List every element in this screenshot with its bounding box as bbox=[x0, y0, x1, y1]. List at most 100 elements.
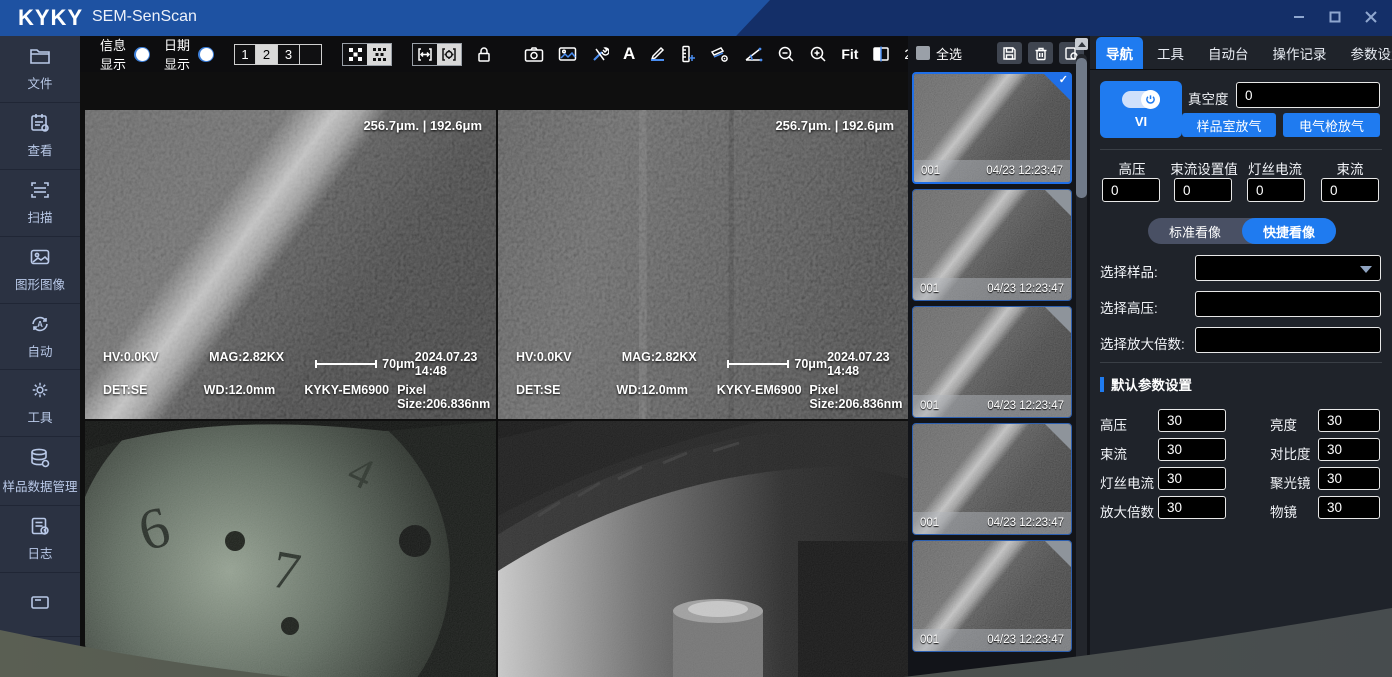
save-icon[interactable] bbox=[997, 42, 1022, 64]
select-sample-dropdown[interactable] bbox=[1195, 255, 1381, 281]
default-hv-input[interactable] bbox=[1158, 409, 1226, 432]
tab-parameter-settings[interactable]: 参数设置 bbox=[1341, 37, 1392, 69]
detector-readout: DET:SE bbox=[516, 383, 616, 411]
beam-set-readout-input[interactable] bbox=[1174, 178, 1232, 202]
toggle-switch-icon bbox=[198, 47, 214, 62]
info-display-toggle[interactable]: 信息显示 bbox=[100, 35, 150, 73]
thumbnail-item[interactable]: 001 04/23 12:23:47 bbox=[912, 189, 1072, 301]
chamber-camera-image bbox=[498, 421, 908, 677]
gun-vent-button[interactable]: 电气枪放气 bbox=[1283, 113, 1380, 137]
split-view-icon[interactable] bbox=[872, 42, 890, 66]
trash-icon[interactable] bbox=[1028, 42, 1053, 64]
thumbnail-time: 04/23 12:23:47 bbox=[986, 165, 1063, 177]
stage-camera-viewport[interactable]: 6 7 4 bbox=[85, 421, 496, 677]
date-display-toggle[interactable]: 日期显示 bbox=[164, 35, 214, 73]
minimize-button[interactable] bbox=[1288, 7, 1310, 27]
select-magnification-dropdown[interactable] bbox=[1195, 327, 1381, 353]
scroll-up-button[interactable] bbox=[1075, 38, 1088, 50]
window-controls bbox=[1288, 7, 1382, 27]
sidebar-item-sample-data[interactable]: 样品数据管理 bbox=[0, 437, 80, 506]
pixel-size-readout: Pixel Size:206.836nm bbox=[397, 383, 496, 411]
scalebar-line bbox=[315, 360, 377, 368]
tools-icon[interactable] bbox=[591, 42, 609, 66]
app-window: KYKY SEM-SenScan 文件 查看 bbox=[0, 0, 1392, 677]
measure-eye-icon[interactable] bbox=[710, 42, 730, 66]
text-tool[interactable]: A bbox=[623, 44, 635, 64]
display-mode-group bbox=[342, 43, 392, 66]
default-filament-input[interactable] bbox=[1158, 467, 1226, 490]
default-params-header: 默认参数设置 bbox=[1100, 374, 1192, 394]
dither-icon[interactable] bbox=[367, 44, 391, 65]
thumbnail-time: 04/23 12:23:47 bbox=[987, 517, 1064, 529]
select-all-checkbox[interactable] bbox=[916, 46, 930, 60]
tab-tools[interactable]: 工具 bbox=[1147, 37, 1194, 69]
angle-icon[interactable] bbox=[744, 42, 763, 66]
toggle-switch-icon bbox=[134, 47, 150, 62]
beam-readout-input[interactable] bbox=[1321, 178, 1379, 202]
sidebar-item-log[interactable]: 日志 bbox=[0, 506, 80, 573]
fov-dimensions-label: 256.7μm. | 192.6μm bbox=[775, 118, 894, 133]
tab-operation-log[interactable]: 操作记录 bbox=[1263, 37, 1337, 69]
close-button[interactable] bbox=[1360, 7, 1382, 27]
view-count-buttons: 1 2 3 bbox=[234, 44, 322, 65]
default-magnification-input[interactable] bbox=[1158, 496, 1226, 519]
hv-readout-input[interactable] bbox=[1102, 178, 1160, 202]
thumbnail-item[interactable]: 001 04/23 12:23:47 bbox=[912, 306, 1072, 418]
thumbnail-item[interactable]: 001 04/23 12:23:47 bbox=[912, 540, 1072, 652]
lock-icon[interactable] bbox=[476, 42, 492, 66]
view-blank-button[interactable] bbox=[300, 44, 322, 65]
sidebar-item-tools[interactable]: 工具 bbox=[0, 370, 80, 437]
view-3-button[interactable]: 3 bbox=[278, 44, 300, 65]
default-contrast-input[interactable] bbox=[1318, 438, 1380, 461]
maximize-button[interactable] bbox=[1324, 7, 1346, 27]
pixel-size-readout: Pixel Size:206.836nm bbox=[809, 383, 908, 411]
tab-auto-stage[interactable]: 自动台 bbox=[1198, 37, 1259, 69]
thumbnail-item[interactable]: 001 04/23 12:23:47 bbox=[912, 423, 1072, 535]
expand-icon[interactable] bbox=[343, 44, 367, 65]
quick-imaging-option[interactable]: 快捷看像 bbox=[1242, 218, 1336, 244]
sidebar-item-label: 文件 bbox=[27, 76, 52, 93]
zoom-out-icon[interactable] bbox=[777, 42, 795, 66]
vacuum-input[interactable] bbox=[1236, 82, 1380, 108]
scrollbar-track[interactable] bbox=[1076, 54, 1087, 669]
sidebar-item-auto[interactable]: A 自动 bbox=[0, 304, 80, 371]
default-condenser-input[interactable] bbox=[1318, 467, 1380, 490]
thumbnail-caption: 001 04/23 12:23:47 bbox=[913, 278, 1071, 300]
standard-imaging-option[interactable]: 标准看像 bbox=[1148, 218, 1242, 244]
chamber-camera-viewport[interactable] bbox=[498, 421, 908, 677]
tab-navigation[interactable]: 导航 bbox=[1096, 37, 1143, 69]
crosshair-icon[interactable] bbox=[437, 44, 461, 65]
sidebar-item-files[interactable]: 文件 bbox=[0, 36, 80, 103]
thumbnail-time: 04/23 12:23:47 bbox=[987, 634, 1064, 646]
default-beam-input[interactable] bbox=[1158, 438, 1226, 461]
sidebar-item-view[interactable]: 查看 bbox=[0, 103, 80, 170]
sidebar-item-scan[interactable]: 扫描 bbox=[0, 170, 80, 237]
fit-button[interactable]: Fit bbox=[841, 46, 858, 62]
thumbnail-item[interactable]: ✓ 001 04/23 12:23:47 bbox=[912, 72, 1072, 184]
vi-power-button[interactable]: VI bbox=[1100, 81, 1182, 138]
sem-viewport-1[interactable]: 256.7μm. | 192.6μm HV:0.0KV MAG:2.82KX 7… bbox=[85, 110, 496, 419]
scan-frame-icon[interactable] bbox=[413, 44, 437, 65]
sem-viewport-2[interactable]: 256.7μm. | 192.6μm HV:0.0KV MAG:2.82KX 7… bbox=[498, 110, 908, 419]
thumbnail-id: 001 bbox=[921, 165, 940, 177]
view-1-button[interactable]: 1 bbox=[234, 44, 256, 65]
hv-readout: HV:0.0KV bbox=[516, 350, 622, 378]
control-panel: 导航 工具 自动台 操作记录 参数设置 VI 真空度 样品室放气 电气枪放气 高… bbox=[1090, 36, 1392, 677]
sidebar-item-images[interactable]: 图形图像 bbox=[0, 237, 80, 304]
zoom-in-icon[interactable] bbox=[809, 42, 827, 66]
image-tool-icon[interactable] bbox=[558, 42, 577, 66]
default-objective-label: 物镜 bbox=[1270, 501, 1297, 521]
select-hv-dropdown[interactable] bbox=[1195, 291, 1381, 317]
sidebar-item-display[interactable] bbox=[0, 573, 80, 637]
scrollbar-thumb[interactable] bbox=[1076, 58, 1087, 198]
filament-readout-input[interactable] bbox=[1247, 178, 1305, 202]
view-2-button[interactable]: 2 bbox=[256, 44, 278, 65]
camera-icon[interactable] bbox=[524, 42, 544, 66]
default-brightness-input[interactable] bbox=[1318, 409, 1380, 432]
wd-readout: WD:12.0mm bbox=[204, 383, 305, 411]
annotate-icon[interactable] bbox=[649, 42, 666, 66]
chamber-vent-button[interactable]: 样品室放气 bbox=[1182, 113, 1276, 137]
default-objective-input[interactable] bbox=[1318, 496, 1380, 519]
ruler-icon[interactable] bbox=[680, 42, 696, 66]
chevron-down-icon bbox=[1360, 266, 1372, 273]
